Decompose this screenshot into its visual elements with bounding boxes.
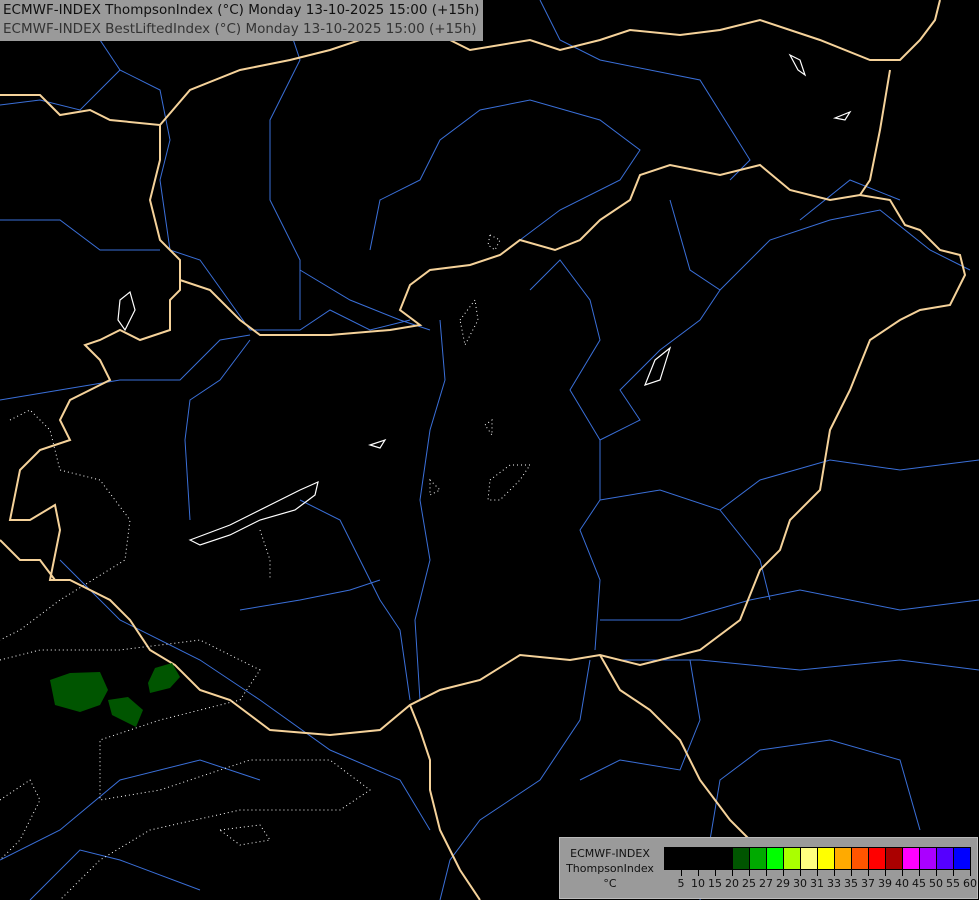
legend-tick-label: 50	[929, 877, 943, 890]
legend-tick-label: 10	[691, 877, 705, 890]
legend-tick-label: 35	[844, 877, 858, 890]
legend-bin	[852, 848, 869, 869]
legend-bin	[818, 848, 835, 869]
legend-bin	[733, 848, 750, 869]
legend-tick	[936, 870, 937, 876]
legend-color-bar	[664, 847, 971, 870]
lake-balaton	[188, 480, 319, 546]
legend-tick	[749, 870, 750, 876]
legend-tick	[732, 870, 733, 876]
legend-bin	[954, 848, 970, 869]
legend-bin	[937, 848, 954, 869]
legend-tick	[800, 870, 801, 876]
legend-tick-label: 31	[810, 877, 824, 890]
legend-bin	[886, 848, 903, 869]
legend-bin	[801, 848, 818, 869]
legend-tick-label: 27	[759, 877, 773, 890]
legend-bin	[716, 848, 733, 869]
legend-title: ECMWF-INDEX ThompsonIndex °C	[560, 846, 660, 891]
title-best-lifted: ECMWF-INDEX BestLiftedIndex (°C) Monday …	[3, 21, 477, 37]
legend-tick-label: 39	[878, 877, 892, 890]
legend-tick-label: 33	[827, 877, 841, 890]
legend-tick	[766, 870, 767, 876]
weather-map[interactable]: ECMWF-INDEX ThompsonIndex (°C) Monday 13…	[0, 0, 979, 900]
legend-tick-label: 30	[793, 877, 807, 890]
legend-tick-label: 37	[861, 877, 875, 890]
map-title: ECMWF-INDEX ThompsonIndex (°C) Monday 13…	[0, 0, 484, 41]
legend-tick	[817, 870, 818, 876]
thompson-fill-25	[50, 663, 180, 727]
legend-ticks: 5 10 15 20 25 27 29 30 31 33 35 37 39 40 45 50 55 60	[664, 870, 977, 894]
legend-tick	[868, 870, 869, 876]
legend-tick-label: 20	[725, 877, 739, 890]
legend-tick	[885, 870, 886, 876]
legend-unit: °C	[603, 877, 617, 890]
legend-tick	[970, 870, 971, 876]
legend-bin	[784, 848, 801, 869]
legend-tick	[902, 870, 903, 876]
legend-bin	[835, 848, 852, 869]
legend-bin	[665, 848, 682, 869]
legend-tick-label: 29	[776, 877, 790, 890]
color-legend: ECMWF-INDEX ThompsonIndex °C 5 10 15 20 25 27…	[559, 837, 978, 899]
legend-tick-label: 15	[708, 877, 722, 890]
legend-bin	[903, 848, 920, 869]
legend-tick	[715, 870, 716, 876]
legend-tick-label: 45	[912, 877, 926, 890]
legend-parameter: ThompsonIndex	[566, 862, 654, 875]
rivers	[0, 0, 979, 900]
legend-tick	[783, 870, 784, 876]
legend-bin	[750, 848, 767, 869]
country-borders	[0, 0, 967, 900]
legend-tick	[681, 870, 682, 876]
legend-tick-label: 40	[895, 877, 909, 890]
legend-bin	[682, 848, 699, 869]
legend-bin	[767, 848, 784, 869]
legend-bin	[869, 848, 886, 869]
legend-tick-label: 5	[677, 877, 685, 890]
legend-tick	[919, 870, 920, 876]
legend-model: ECMWF-INDEX	[570, 847, 650, 860]
title-thompson: ECMWF-INDEX ThompsonIndex (°C) Monday 13…	[3, 2, 480, 18]
legend-tick	[834, 870, 835, 876]
legend-tick-label: 25	[742, 877, 756, 890]
legend-tick-label: 55	[946, 877, 960, 890]
legend-tick	[698, 870, 699, 876]
legend-bin	[920, 848, 937, 869]
legend-bin	[699, 848, 716, 869]
lakes	[117, 53, 852, 546]
map-canvas	[0, 0, 979, 900]
legend-tick-label: 60	[963, 877, 977, 890]
legend-tick	[851, 870, 852, 876]
legend-tick	[953, 870, 954, 876]
